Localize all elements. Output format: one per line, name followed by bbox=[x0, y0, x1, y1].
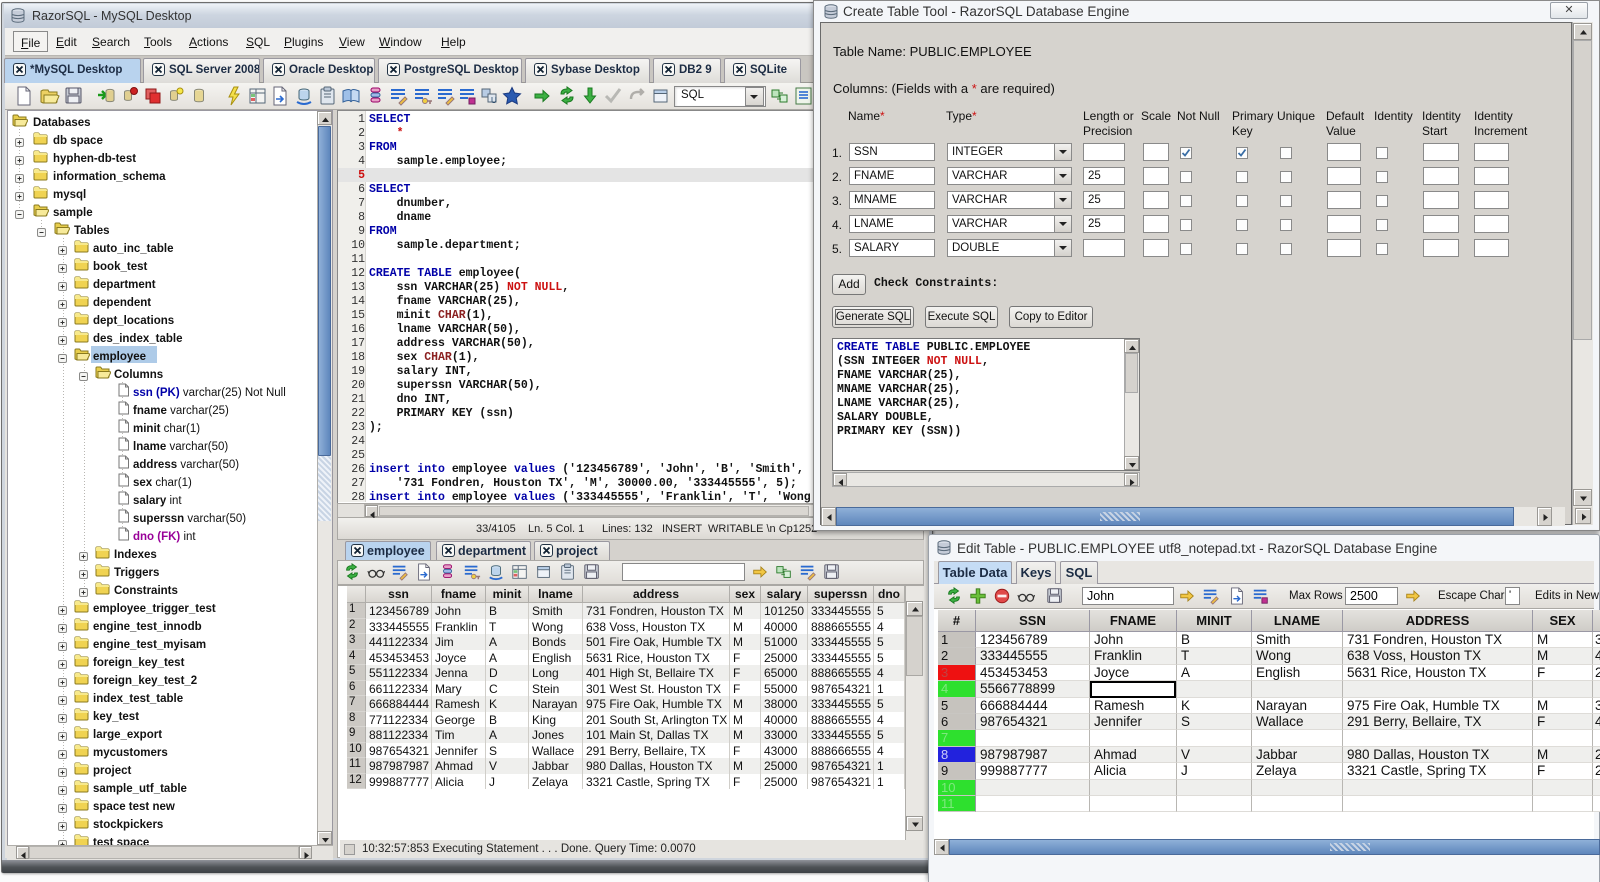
svg-text:U: U bbox=[491, 96, 497, 105]
